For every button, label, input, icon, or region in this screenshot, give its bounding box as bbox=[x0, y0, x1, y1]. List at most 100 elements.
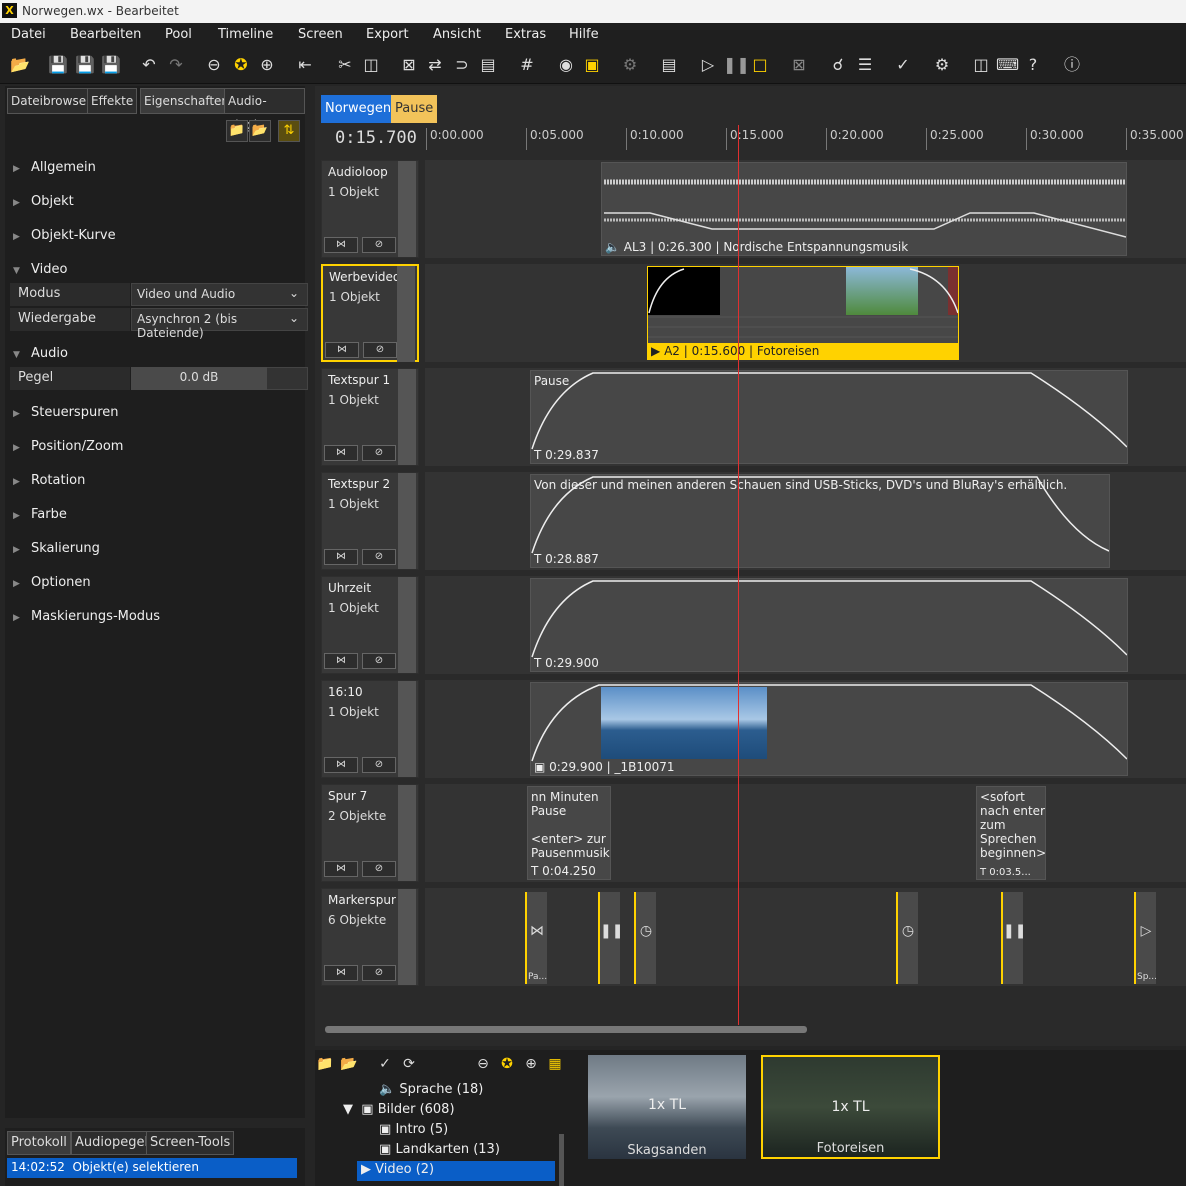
screen-icon[interactable]: ▣ bbox=[581, 54, 603, 76]
fit-timeline-icon[interactable]: ⇤ bbox=[294, 54, 316, 76]
mute-icon[interactable]: ⊘ bbox=[362, 653, 396, 669]
modus-select[interactable]: Video und Audio ⌄ bbox=[131, 283, 308, 306]
tree-item-intro[interactable]: ▣ Intro (5) bbox=[379, 1122, 448, 1137]
video-clip[interactable]: ▶ A2 | 0:15.600 | Fotoreisen bbox=[647, 266, 959, 360]
text-clip[interactable]: nn Minuten Pause <enter> zur Pausenmusik… bbox=[527, 786, 611, 880]
zoom-out-icon[interactable]: ⊖ bbox=[473, 1056, 493, 1076]
marker-toggle-icon[interactable]: ⋈ bbox=[324, 653, 358, 669]
save-all-icon[interactable]: 💾 bbox=[100, 54, 122, 76]
menu-pool[interactable]: Pool bbox=[165, 27, 192, 42]
chat-icon[interactable]: ◫ bbox=[970, 54, 992, 76]
mute-icon[interactable]: ⊘ bbox=[362, 445, 396, 461]
mute-icon[interactable]: ⊘ bbox=[362, 549, 396, 565]
swap-icon[interactable]: ⇄ bbox=[424, 54, 446, 76]
pegel-slider[interactable]: 0.0 dB bbox=[131, 367, 267, 390]
tab-eigenschaften[interactable]: Eigenschaften bbox=[140, 88, 234, 114]
playhead[interactable] bbox=[738, 125, 739, 1025]
marker-toggle-icon[interactable]: ⋈ bbox=[324, 861, 358, 877]
mute-icon[interactable]: ⊘ bbox=[362, 965, 396, 981]
menu-extras[interactable]: Extras bbox=[505, 27, 546, 42]
track-header[interactable]: Markerspur 6 Objekte ⋈ ⊘ bbox=[321, 888, 419, 986]
tab-pause[interactable]: Pause bbox=[391, 95, 438, 123]
refresh-icon[interactable]: ⟳ bbox=[399, 1056, 419, 1076]
zoom-fit-icon[interactable]: ✪ bbox=[497, 1056, 517, 1076]
stop-icon[interactable]: □ bbox=[749, 54, 771, 76]
zoom-fit-icon[interactable]: ✪ bbox=[230, 54, 252, 76]
marker-toggle-icon[interactable]: ⋈ bbox=[324, 757, 358, 773]
tab-protokoll[interactable]: Protokoll bbox=[7, 1131, 71, 1155]
marker-pause[interactable]: ❚❚ bbox=[598, 892, 623, 984]
section-steuerspuren[interactable]: ▶ Steuerspuren bbox=[13, 405, 119, 420]
marker-toggle-icon[interactable]: ⋈ bbox=[324, 237, 358, 253]
section-rotation[interactable]: ▶ Rotation bbox=[13, 473, 85, 488]
grid-icon[interactable]: # bbox=[516, 54, 538, 76]
track-header[interactable]: Uhrzeit 1 Objekt ⋈ ⊘ bbox=[321, 576, 419, 674]
track-header[interactable]: 16:10 1 Objekt ⋈ ⊘ bbox=[321, 680, 419, 778]
info-icon[interactable]: ⓘ bbox=[1061, 54, 1083, 76]
ruler-icon[interactable]: ▤ bbox=[477, 54, 499, 76]
zoom-out-icon[interactable]: ⊖ bbox=[203, 54, 225, 76]
menu-datei[interactable]: Datei bbox=[11, 27, 46, 42]
section-skalierung[interactable]: ▶ Skalierung bbox=[13, 541, 100, 556]
section-video[interactable]: ▼ Video bbox=[13, 262, 67, 277]
menu-ansicht[interactable]: Ansicht bbox=[433, 27, 481, 42]
magnet-icon[interactable]: ⊃ bbox=[451, 54, 473, 76]
menu-hilfe[interactable]: Hilfe bbox=[569, 27, 599, 42]
track-header[interactable]: Textspur 1 1 Objekt ⋈ ⊘ bbox=[321, 368, 419, 466]
save-as-icon[interactable]: 💾 bbox=[74, 54, 96, 76]
tab-audio-plugins[interactable]: Audio-Plugins bbox=[224, 88, 305, 132]
section-objekt[interactable]: ▶ Objekt bbox=[13, 194, 74, 209]
menu-screen[interactable]: Screen bbox=[298, 27, 343, 42]
menu-bearbeiten[interactable]: Bearbeiten bbox=[70, 27, 141, 42]
close-box-icon[interactable]: ⊠ bbox=[788, 54, 810, 76]
clapper-icon[interactable]: ▤ bbox=[658, 54, 680, 76]
horizontal-scrollbar[interactable] bbox=[325, 1026, 807, 1033]
mute-icon[interactable]: ⊘ bbox=[362, 757, 396, 773]
section-maskierung[interactable]: ▶ Maskierungs-Modus bbox=[13, 609, 160, 624]
open-folder-icon[interactable]: 📂 bbox=[249, 120, 271, 142]
check-icon[interactable]: ✓ bbox=[375, 1056, 395, 1076]
section-objekt-kurve[interactable]: ▶ Objekt-Kurve bbox=[13, 228, 116, 243]
keyboard-icon[interactable]: ⌨ bbox=[996, 54, 1019, 76]
section-farbe[interactable]: ▶ Farbe bbox=[13, 507, 67, 522]
trim-icon[interactable]: ⊠ bbox=[398, 54, 420, 76]
zoom-in-icon[interactable]: ⊕ bbox=[256, 54, 278, 76]
collapse-icon[interactable]: ⇅ bbox=[278, 120, 300, 142]
tree-item-bilder[interactable]: ▼ ▣ Bilder (608) bbox=[343, 1102, 455, 1117]
person-icon[interactable]: ⚙ bbox=[619, 54, 641, 76]
text-clip[interactable]: Von dieser und meinen anderen Schauen si… bbox=[530, 474, 1110, 568]
section-audio[interactable]: ▼ Audio bbox=[13, 346, 68, 361]
tab-norwegen[interactable]: Norwegen bbox=[321, 95, 396, 123]
open-folder-icon[interactable]: 📂 bbox=[9, 54, 31, 76]
tree-scrollbar[interactable] bbox=[559, 1134, 564, 1186]
play-icon[interactable]: ▷ bbox=[697, 54, 719, 76]
section-position-zoom[interactable]: ▶ Position/Zoom bbox=[13, 439, 123, 454]
marker-toggle-icon[interactable]: ⋈ bbox=[325, 342, 359, 358]
image-clip[interactable]: ▣ 0:29.900 | _1B10071 bbox=[530, 682, 1128, 776]
tab-screen-tools[interactable]: Screen-Tools bbox=[146, 1131, 235, 1155]
grid-view-icon[interactable]: ▦ bbox=[545, 1056, 565, 1076]
track-header[interactable]: Textspur 2 1 Objekt ⋈ ⊘ bbox=[321, 472, 419, 570]
tree-item-sprache[interactable]: 🔈 Sprache (18) bbox=[379, 1082, 483, 1097]
tree-item-video[interactable]: ▶ Video (2) bbox=[357, 1161, 555, 1181]
marker-bowtie[interactable]: ⋈ Pa... bbox=[525, 892, 547, 984]
open-folder-icon[interactable]: 📂 bbox=[339, 1056, 359, 1076]
tab-dateibrowser[interactable]: Dateibrowser bbox=[7, 88, 96, 114]
cut-icon[interactable]: ✂ bbox=[334, 54, 356, 76]
marker-toggle-icon[interactable]: ⋈ bbox=[324, 445, 358, 461]
pool-thumb-skagsanden[interactable]: 1x TL Skagsanden bbox=[588, 1055, 746, 1159]
marker-play[interactable]: ▷ Sp... bbox=[1134, 892, 1157, 984]
folder-icon[interactable]: 📁 bbox=[315, 1056, 335, 1076]
gear-icon[interactable]: ⚙ bbox=[931, 54, 953, 76]
menu-export[interactable]: Export bbox=[366, 27, 409, 42]
menu-timeline[interactable]: Timeline bbox=[218, 27, 273, 42]
track-header[interactable]: Audioloop 1 Objekt ⋈ ⊘ bbox=[321, 160, 419, 258]
section-optionen[interactable]: ▶ Optionen bbox=[13, 575, 91, 590]
folder-icon[interactable]: 📁 bbox=[226, 120, 248, 142]
text-clip[interactable]: <sofort nach enter zum Sprechen beginnen… bbox=[976, 786, 1046, 880]
section-allgemein[interactable]: ▶ Allgemein bbox=[13, 160, 96, 175]
marker-pause[interactable]: ❚❚ bbox=[1001, 892, 1026, 984]
marker-alarm[interactable]: ◷ bbox=[634, 892, 656, 984]
track-header[interactable]: Spur 7 2 Objekte ⋈ ⊘ bbox=[321, 784, 419, 882]
save-icon[interactable]: 💾 bbox=[47, 54, 69, 76]
